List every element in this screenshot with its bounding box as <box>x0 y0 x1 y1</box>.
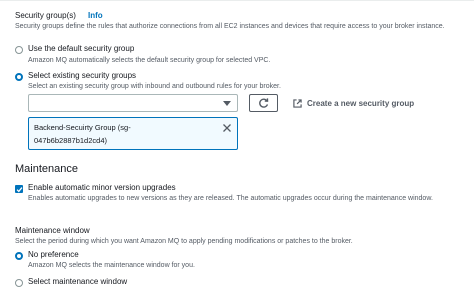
refresh-icon <box>259 97 269 108</box>
default-security-group-description: Amazon MQ automatically selects the defa… <box>28 57 271 64</box>
auto-upgrade-description: Enables automatic upgrades to new versio… <box>28 195 433 202</box>
radio-circle[interactable] <box>15 279 23 287</box>
radio-default-security-group[interactable]: Use the default security group <box>15 44 215 56</box>
create-security-group-link[interactable]: Create a new security group <box>293 97 414 109</box>
create-security-group-label: Create a new security group <box>307 98 415 108</box>
maintenance-window-title: Maintenance window <box>15 226 90 235</box>
radio-circle[interactable] <box>15 46 23 54</box>
caret-down-icon <box>223 101 231 106</box>
checkbox-box[interactable] <box>15 185 23 193</box>
radio-label: Select maintenance window <box>28 277 128 286</box>
radio-select-maintenance-window[interactable]: Select maintenance window <box>15 277 215 289</box>
security-group-select[interactable] <box>28 94 238 112</box>
top-divider <box>0 0 474 1</box>
check-icon <box>16 186 22 192</box>
auto-upgrade-label: Enable automatic minor version upgrades <box>28 183 176 192</box>
radio-circle-selected[interactable] <box>15 252 23 260</box>
close-icon[interactable] <box>223 124 231 132</box>
radio-label: No preference <box>28 250 79 259</box>
selected-security-group-token: Backend-Secuirty Group (sg- 047b6b2887b1… <box>28 117 238 150</box>
security-groups-description: Security groups define the rules that au… <box>15 23 445 30</box>
maintenance-window-description: Select the period during which you want … <box>15 238 353 245</box>
info-link[interactable]: Info <box>88 11 103 20</box>
existing-security-groups-description: Select an existing security group with i… <box>28 83 281 90</box>
radio-label: Select existing security groups <box>28 71 137 80</box>
refresh-button[interactable] <box>249 94 278 112</box>
maintenance-title: Maintenance <box>15 163 78 175</box>
radio-label: Use the default security group <box>28 44 135 53</box>
no-preference-description: Amazon MQ selects the maintenance window… <box>28 262 195 269</box>
token-line-1: Backend-Secuirty Group (sg- <box>34 123 131 132</box>
security-groups-title: Security group(s) <box>15 11 76 20</box>
radio-circle-selected[interactable] <box>15 73 23 81</box>
token-line-2: 047b6b2887b1d2cd4) <box>34 136 107 145</box>
external-link-icon <box>293 98 302 108</box>
